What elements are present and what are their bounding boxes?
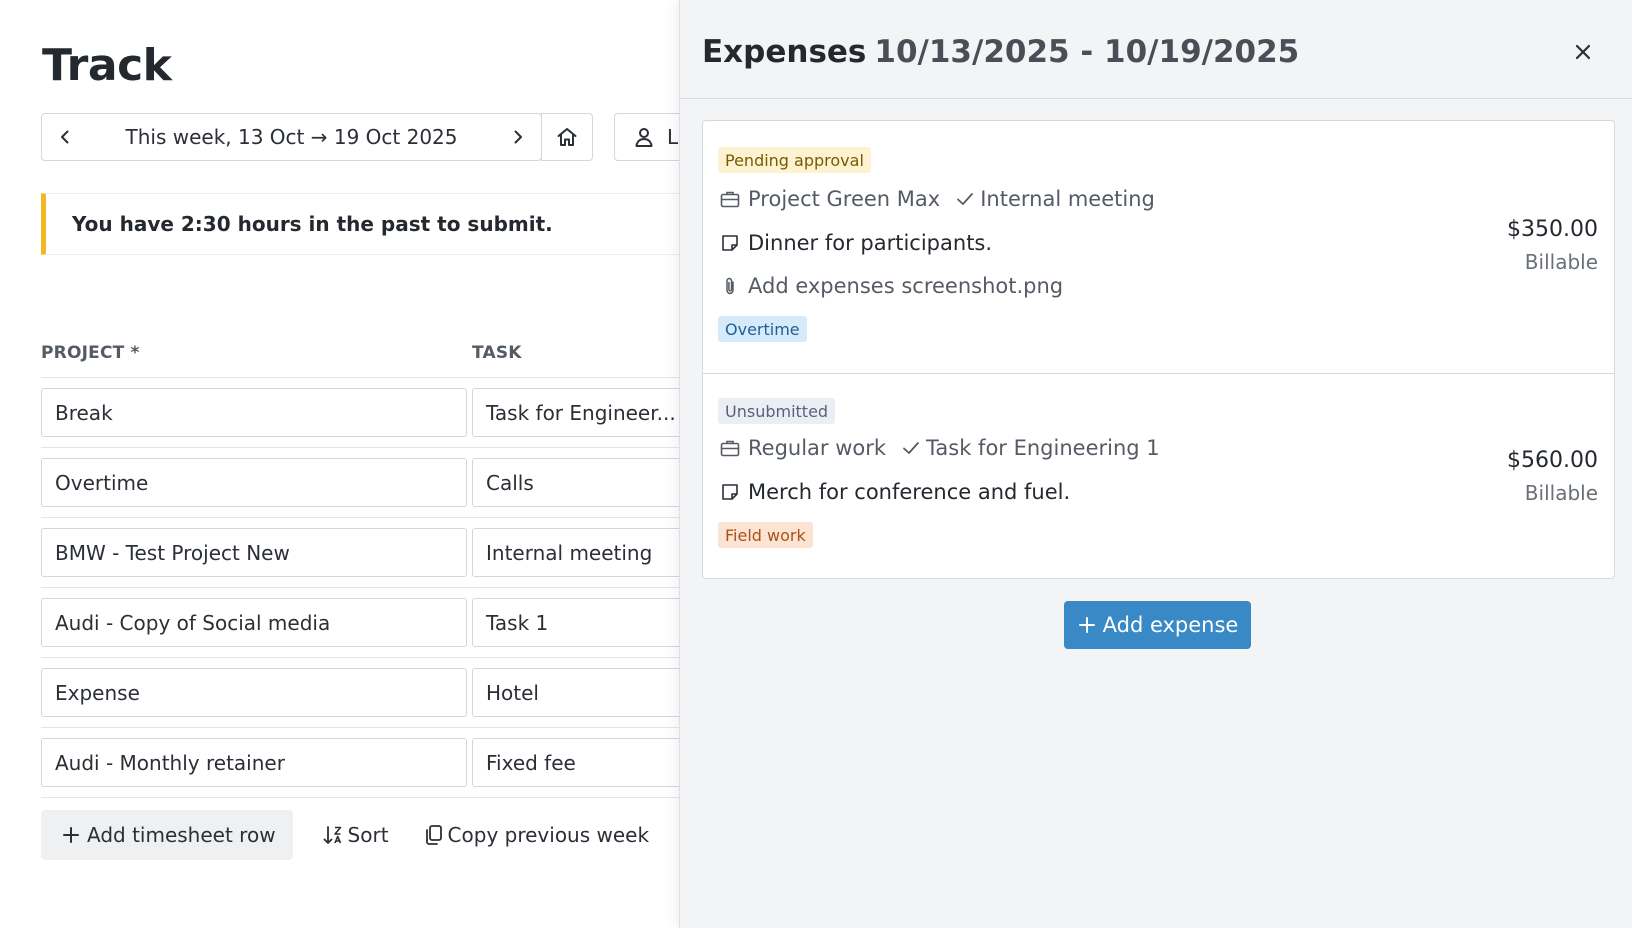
project-field[interactable]: Overtime xyxy=(41,458,467,507)
status-badge: Unsubmitted xyxy=(718,398,836,424)
expense-amount-block: $560.00 Billable xyxy=(1507,448,1598,505)
copy-previous-week-button[interactable]: Copy previous week xyxy=(424,810,650,860)
expense-project: Regular work xyxy=(748,436,887,460)
briefcase-icon xyxy=(720,190,740,208)
add-expense-button[interactable]: Add expense xyxy=(1064,601,1251,649)
billable-label: Billable xyxy=(1524,481,1598,505)
task-field[interactable]: Task for Engineer... xyxy=(472,388,680,437)
task-field[interactable]: Internal meeting xyxy=(472,528,680,577)
copy-previous-week-label: Copy previous week xyxy=(447,823,650,847)
expense-project-line: Project Green Max Internal meeting xyxy=(720,187,1155,211)
user-icon xyxy=(633,126,655,148)
submit-alert: You have 2:30 hours in the past to submi… xyxy=(41,193,680,255)
project-field[interactable]: BMW - Test Project New xyxy=(41,528,467,577)
alert-text: You have 2:30 hours in the past to submi… xyxy=(72,212,553,236)
expenses-panel: Expenses 10/13/2025 - 10/19/2025 Pending … xyxy=(679,0,1632,928)
chevron-left-icon xyxy=(56,128,74,146)
check-icon xyxy=(956,191,974,207)
panel-header: Expenses 10/13/2025 - 10/19/2025 xyxy=(680,0,1632,99)
expense-task-group: Internal meeting xyxy=(956,187,1155,211)
panel-date-range: 10/13/2025 - 10/19/2025 xyxy=(874,34,1300,70)
timesheet-row: Audi - Monthly retainer Fixed fee xyxy=(41,728,680,798)
expense-amount: $560.00 xyxy=(1507,448,1598,473)
expense-amount: $350.00 xyxy=(1507,217,1598,242)
billable-label: Billable xyxy=(1524,250,1598,274)
expense-project: Project Green Max xyxy=(748,187,941,211)
note-icon xyxy=(720,482,740,502)
task-column-header: TASK xyxy=(472,343,522,363)
add-timesheet-row-button[interactable]: Add timesheet row xyxy=(41,810,293,860)
expense-card[interactable]: Unsubmitted Regular work Task for Engine… xyxy=(703,373,1614,579)
expense-list: Pending approval Project Green Max Inter… xyxy=(702,120,1615,579)
sort-button[interactable]: Sort xyxy=(322,810,389,860)
expense-tag: Overtime xyxy=(718,316,807,342)
expense-task-group: Task for Engineering 1 xyxy=(902,436,1160,460)
next-week-button[interactable] xyxy=(495,114,541,160)
timesheet-row: Break Task for Engineer... xyxy=(41,378,680,448)
track-page: Track This week, 13 Oct → 19 Oct 2025 L … xyxy=(0,0,680,928)
briefcase-icon xyxy=(720,439,740,457)
expense-note-line: Merch for conference and fuel. xyxy=(720,480,1070,504)
expense-attachment: Add expenses screenshot.png xyxy=(748,274,1064,298)
chevron-right-icon xyxy=(509,128,527,146)
add-timesheet-row-label: Add timesheet row xyxy=(87,823,276,847)
status-badge: Pending approval xyxy=(718,147,871,173)
user-name: L xyxy=(667,125,679,149)
expense-card[interactable]: Pending approval Project Green Max Inter… xyxy=(703,121,1614,373)
copy-icon xyxy=(424,824,444,846)
project-column-header: PROJECT * xyxy=(41,343,140,363)
task-field[interactable]: Fixed fee xyxy=(472,738,680,787)
timesheet-row: Expense Hotel xyxy=(41,658,680,728)
week-label[interactable]: This week, 13 Oct → 19 Oct 2025 xyxy=(88,125,495,149)
week-navigator: This week, 13 Oct → 19 Oct 2025 xyxy=(41,113,542,161)
check-icon xyxy=(902,440,920,456)
prev-week-button[interactable] xyxy=(42,114,88,160)
home-icon xyxy=(555,125,579,149)
task-field[interactable]: Calls xyxy=(472,458,680,507)
expense-note: Merch for conference and fuel. xyxy=(748,480,1071,504)
timesheet-row: Overtime Calls xyxy=(41,448,680,518)
timesheet-row: BMW - Test Project New Internal meeting xyxy=(41,518,680,588)
close-panel-button[interactable] xyxy=(1568,37,1598,67)
timesheet-row: Audi - Copy of Social media Task 1 xyxy=(41,588,680,658)
task-field[interactable]: Task 1 xyxy=(472,598,680,647)
task-field[interactable]: Hotel xyxy=(472,668,680,717)
note-icon xyxy=(720,233,740,253)
page-title: Track xyxy=(42,40,172,91)
expense-task: Internal meeting xyxy=(980,187,1155,211)
project-field[interactable]: Expense xyxy=(41,668,467,717)
expense-task: Task for Engineering 1 xyxy=(926,436,1160,460)
expense-note-line: Dinner for participants. xyxy=(720,231,992,255)
project-field[interactable]: Audi - Monthly retainer xyxy=(41,738,467,787)
expense-amount-block: $350.00 Billable xyxy=(1507,217,1598,274)
add-expense-label: Add expense xyxy=(1102,613,1239,637)
plus-icon xyxy=(1077,615,1097,635)
paperclip-icon xyxy=(720,276,740,296)
project-field[interactable]: Audi - Copy of Social media xyxy=(41,598,467,647)
plus-icon xyxy=(61,825,81,845)
user-selector[interactable]: L xyxy=(614,113,680,161)
sort-label: Sort xyxy=(347,823,389,847)
expense-attachment-line[interactable]: Add expenses screenshot.png xyxy=(720,274,1063,298)
close-icon xyxy=(1574,43,1592,61)
panel-title-text: Expenses xyxy=(702,34,867,70)
panel-title: Expenses 10/13/2025 - 10/19/2025 xyxy=(702,34,1299,70)
current-week-button[interactable] xyxy=(541,113,593,161)
expense-project-line: Regular work Task for Engineering 1 xyxy=(720,436,1160,460)
project-field[interactable]: Break xyxy=(41,388,467,437)
timesheet-actions: Add timesheet row Sort Copy previous wee… xyxy=(41,810,649,860)
expense-note: Dinner for participants. xyxy=(748,231,993,255)
sort-icon xyxy=(322,824,344,846)
expense-tag: Field work xyxy=(718,522,813,548)
